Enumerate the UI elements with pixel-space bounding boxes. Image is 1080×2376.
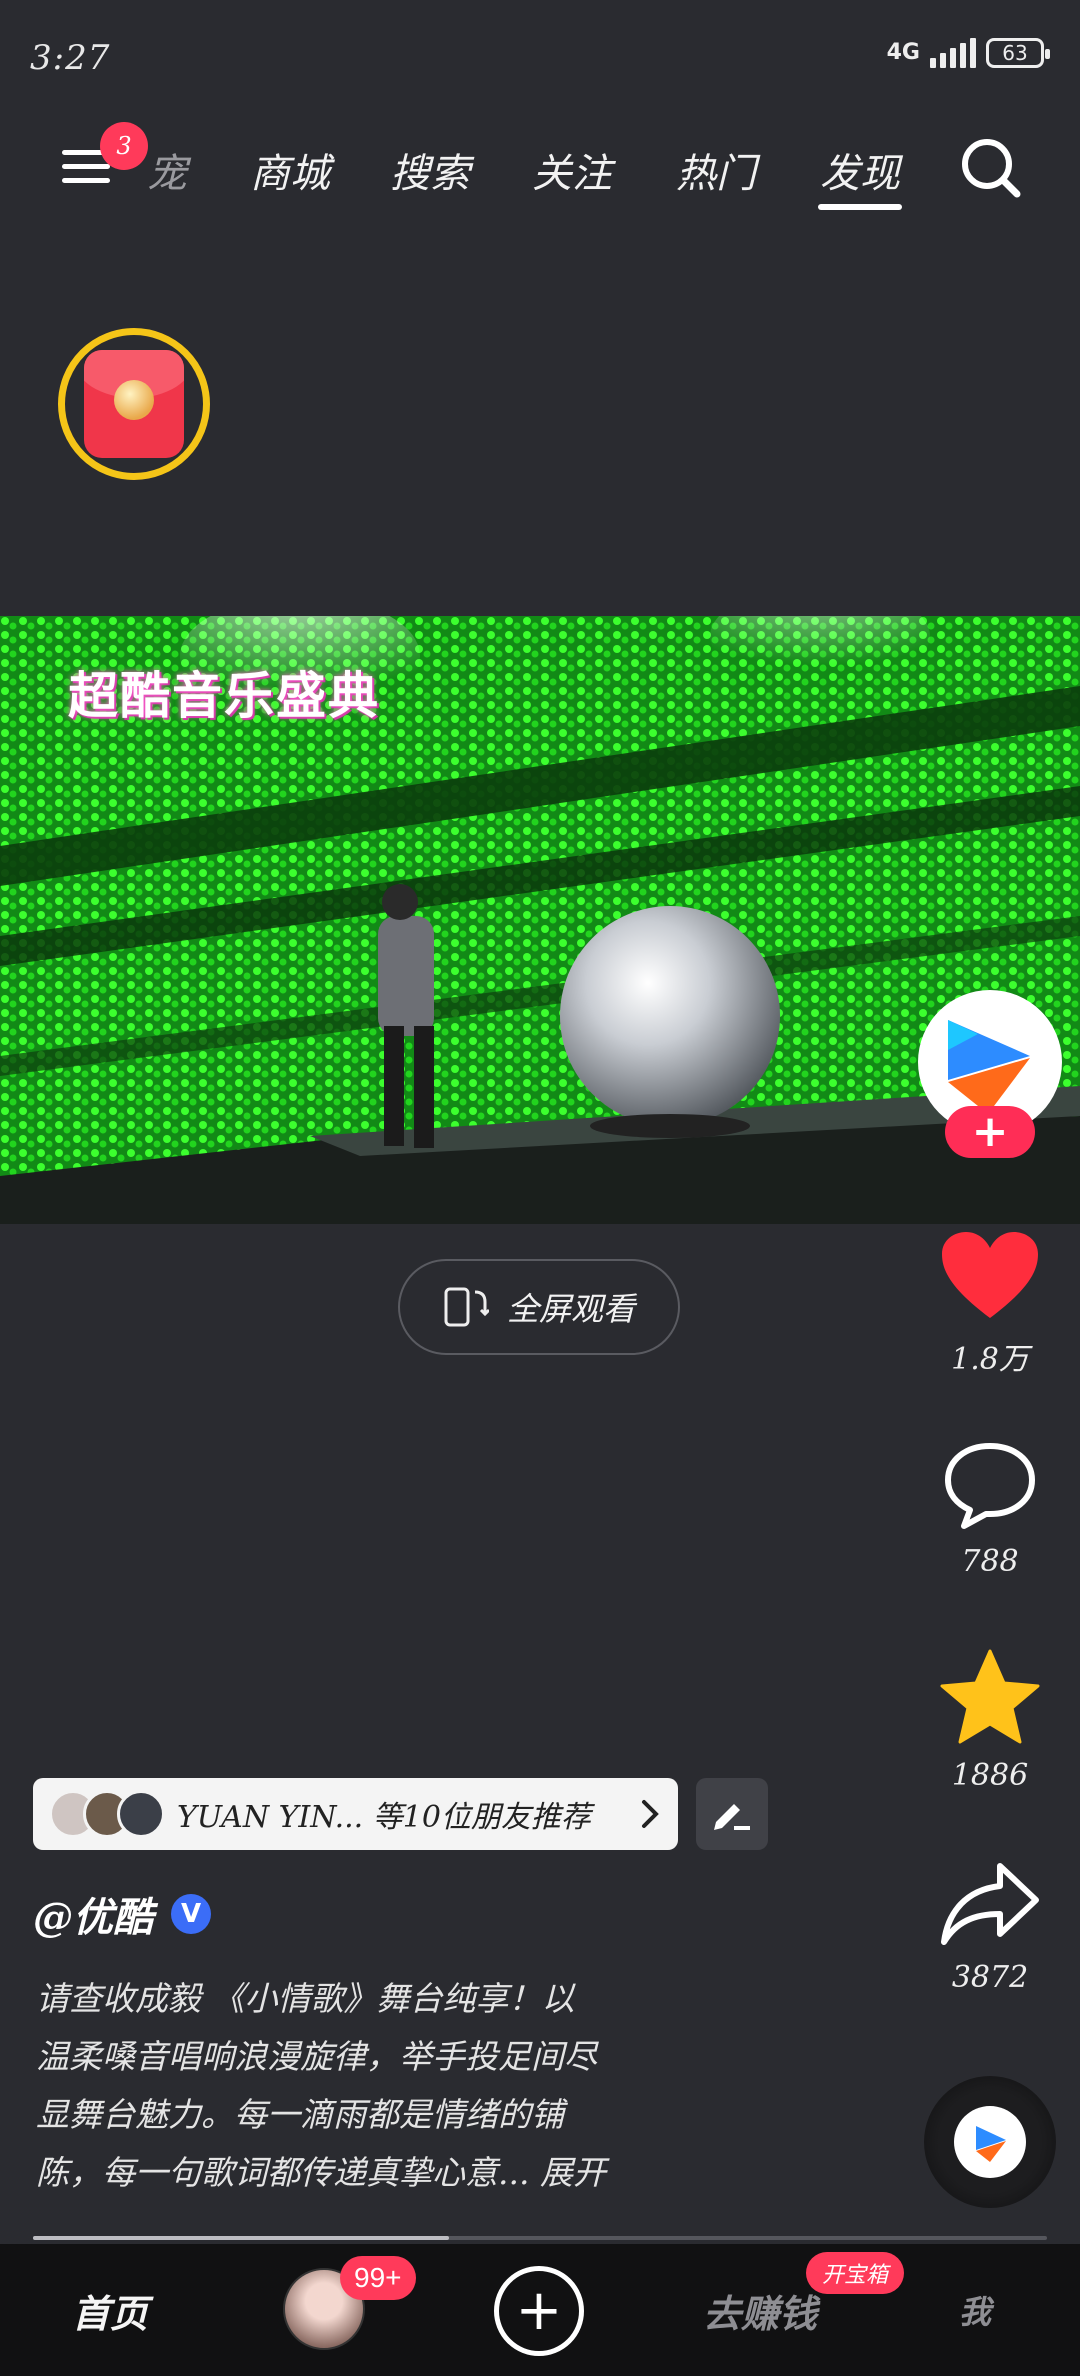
share-arrow-icon [941,1863,1039,1945]
description-line: 请查收成毅 《小情歌》舞台纯享！以 [36,1979,575,2018]
nav-me[interactable]: 我 [940,2244,1010,2376]
follow-button[interactable]: + [945,1106,1035,1158]
comment-count: 788 [961,1544,1019,1579]
status-bar: 3:27 4G 63 [0,0,1080,110]
messages-badge: 99+ [340,2256,416,2300]
edit-button[interactable] [696,1778,768,1850]
star-icon [940,1649,1040,1744]
favorite-button[interactable]: 1886 [910,1648,1070,1793]
battery-level: 63 [1002,41,1028,65]
tab-pet[interactable]: 宠 [142,140,192,200]
description-line: 陈，每一句歌词都传递真挚心意... 展开 [36,2153,606,2192]
share-button[interactable]: 3872 [910,1860,1070,1995]
pencil-icon [714,1804,750,1830]
network-label: 4G [886,40,920,65]
music-disc-button[interactable] [924,2076,1056,2208]
playback-progress-fill [33,2236,449,2240]
heart-icon [942,1232,1038,1318]
channel-avatar-wrap[interactable]: + [918,990,1062,1160]
menu-badge: 3 [100,122,148,170]
red-packet-icon [84,350,184,458]
description-line: 显舞台魅力。每一滴雨都是情绪的铺 [36,2095,564,2134]
tab-discover[interactable]: 发现 [810,140,910,210]
like-count: 1.8万 [951,1342,1029,1377]
red-packet-button[interactable] [58,328,210,480]
comment-button[interactable]: 788 [910,1440,1070,1579]
verified-badge-icon: V [171,1894,211,1934]
status-indicators: 4G 63 [886,38,1050,68]
author[interactable]: @优酷 V [33,1885,211,1943]
chevron-right-icon [642,1800,659,1828]
friend-recommend-bar[interactable]: YUAN YIN... 等10位朋友推荐 [33,1778,678,1850]
comment-icon [945,1443,1035,1529]
playback-progress[interactable] [33,2236,1047,2240]
friend-avatar [117,1790,165,1838]
description-line: 温柔嗓音唱响浪漫旋律，举手投足间尽 [36,2037,597,2076]
status-time: 3:27 [30,38,111,78]
tab-following[interactable]: 关注 [522,140,622,200]
tab-trending[interactable]: 热门 [666,140,766,200]
video-description[interactable]: 请查收成毅 《小情歌》舞台纯享！以 温柔嗓音唱响浪漫旋律，举手投足间尽 显舞台魅… [36,1970,766,2202]
nav-home[interactable]: 首页 [40,2244,180,2376]
video-overlay-title: 超酷音乐盛典 [68,666,380,725]
bottom-nav: 首页 99+ + 去赚钱 开宝箱 我 [0,2244,1080,2376]
fullscreen-button[interactable]: 全屏观看 [398,1259,680,1355]
tab-mall[interactable]: 商城 [240,140,340,200]
rotate-screen-icon [444,1287,489,1327]
signal-icon [930,38,976,68]
share-count: 3872 [951,1960,1029,1995]
like-button[interactable]: 1.8万 [910,1230,1070,1378]
recommend-text: YUAN YIN... 等10位朋友推荐 [177,1800,591,1835]
music-logo-icon [954,2106,1026,2178]
treasure-box-badge: 开宝箱 [806,2252,905,2294]
fullscreen-label: 全屏观看 [506,1290,635,1328]
author-name[interactable]: @优酷 [33,1885,153,1943]
search-icon[interactable] [955,132,1027,204]
battery-icon: 63 [986,38,1050,68]
favorite-count: 1886 [951,1758,1029,1793]
create-button[interactable]: + [494,2266,584,2356]
tab-search[interactable]: 搜索 [380,140,480,200]
top-nav: 3 宠 商城 搜索 关注 热门 发现 [0,120,1080,220]
